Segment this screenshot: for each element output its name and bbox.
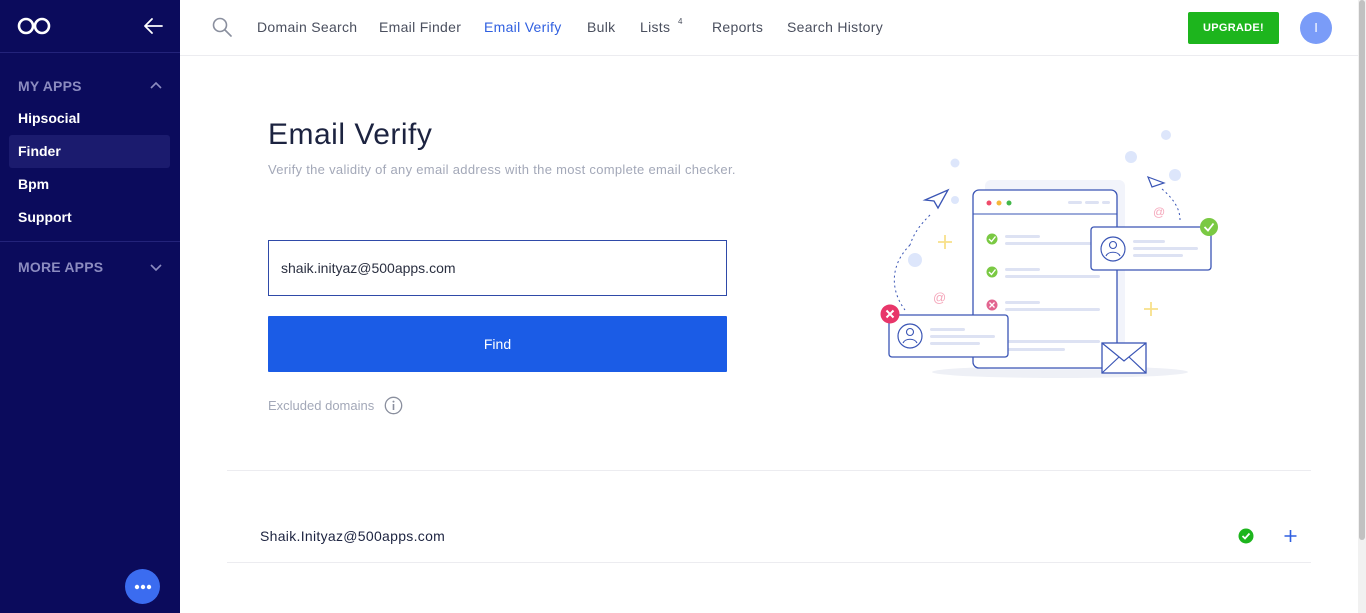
user-avatar[interactable]: I: [1300, 12, 1332, 44]
section-divider: [227, 470, 1311, 471]
top-navigation: Domain Search Email Finder Email Verify …: [180, 0, 1358, 56]
nav-email-verify[interactable]: Email Verify: [484, 19, 562, 35]
scrollbar-thumb[interactable]: [1359, 0, 1365, 540]
sidebar-header: [0, 0, 180, 53]
sidebar: MY APPS Hipsocial Finder Bpm Support MOR…: [0, 0, 180, 613]
chevron-up-icon[interactable]: [150, 81, 162, 89]
nav-lists[interactable]: Lists: [640, 19, 670, 35]
svg-text:@: @: [1153, 205, 1165, 219]
sidebar-item-support[interactable]: Support: [9, 201, 170, 234]
search-icon[interactable]: [212, 17, 232, 37]
upgrade-button[interactable]: UPGRADE!: [1188, 12, 1279, 44]
my-apps-heading[interactable]: MY APPS: [18, 78, 82, 94]
nav-search-history[interactable]: Search History: [787, 19, 883, 35]
excluded-domains-label[interactable]: Excluded domains: [268, 398, 374, 413]
page-title: Email Verify: [268, 118, 433, 151]
more-apps-heading[interactable]: MORE APPS: [18, 259, 103, 275]
svg-text:@: @: [933, 290, 946, 305]
app-logo-icon[interactable]: [17, 16, 51, 36]
lists-count-badge: 4: [678, 17, 683, 26]
result-divider: [227, 562, 1311, 563]
nav-bulk[interactable]: Bulk: [587, 19, 615, 35]
add-icon[interactable]: [1283, 528, 1298, 544]
info-icon[interactable]: [384, 396, 403, 415]
result-email: Shaik.Inityaz@500apps.com: [260, 528, 446, 544]
email-input[interactable]: [268, 240, 727, 296]
nav-reports[interactable]: Reports: [712, 19, 763, 35]
page-subtitle: Verify the validity of any email address…: [268, 162, 736, 177]
sidebar-item-finder[interactable]: Finder: [9, 135, 170, 168]
nav-domain-search[interactable]: Domain Search: [257, 19, 357, 35]
chevron-down-icon[interactable]: [150, 264, 162, 272]
valid-check-icon: [1238, 528, 1254, 544]
find-button[interactable]: Find: [268, 316, 727, 372]
nav-email-finder[interactable]: Email Finder: [379, 19, 461, 35]
ellipsis-icon: [134, 584, 151, 589]
sidebar-item-hipsocial[interactable]: Hipsocial: [9, 102, 170, 135]
email-verify-illustration: @ @: [880, 130, 1218, 378]
collapse-arrow-icon[interactable]: [143, 17, 163, 35]
sidebar-item-bpm[interactable]: Bpm: [9, 168, 170, 201]
more-options-button[interactable]: [125, 569, 160, 604]
sidebar-divider: [0, 241, 180, 242]
